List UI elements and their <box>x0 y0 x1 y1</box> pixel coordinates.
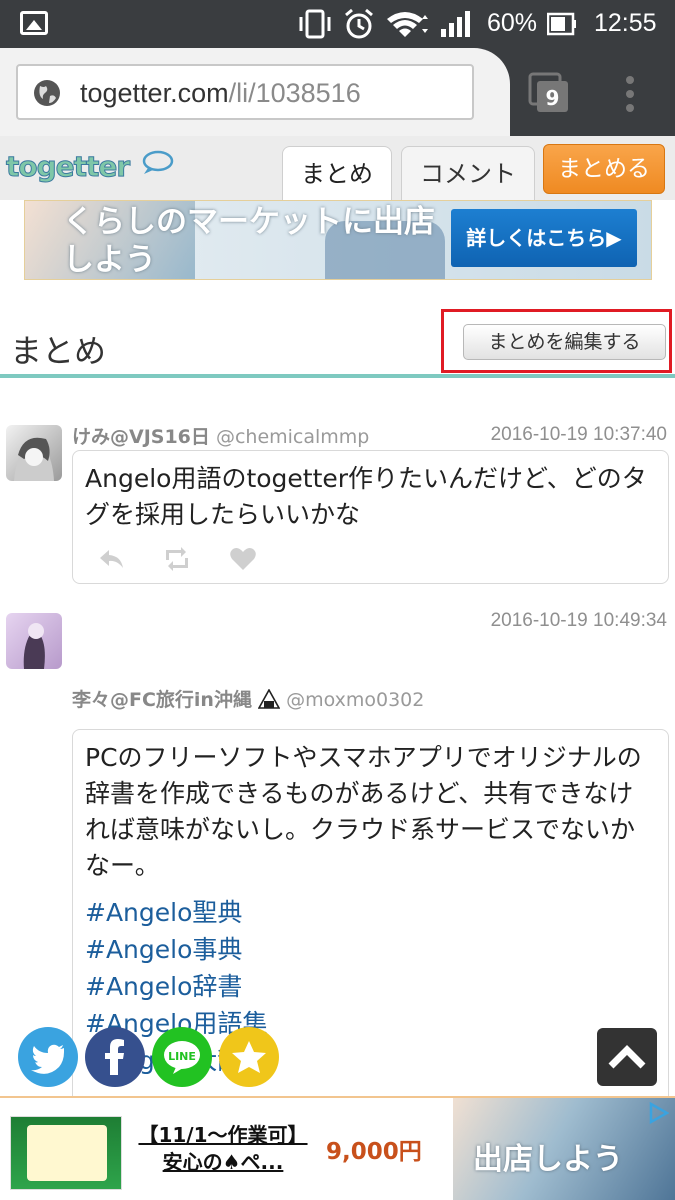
chevron-up-icon <box>608 1045 646 1069</box>
share-line-button[interactable]: LINE <box>152 1027 212 1087</box>
ad-banner-top[interactable]: くらしのマーケットに出店しよう 詳しくはこちら▶ <box>24 200 652 280</box>
onigiri-emoji-icon <box>257 688 281 709</box>
status-icons <box>297 8 471 40</box>
section-divider <box>0 374 675 378</box>
speech-bubble-icon <box>142 150 174 174</box>
create-matome-button[interactable]: まとめる <box>543 144 665 194</box>
tweet-author-handle[interactable]: @moxmo0302 <box>286 689 424 711</box>
vibrate-icon <box>299 9 331 39</box>
ad-price: 9,000円 <box>326 1139 422 1165</box>
ad-image-text: 出店しよう <box>473 1142 623 1177</box>
tweet-author-name[interactable]: けみ@VJS16日 <box>72 426 210 448</box>
hashtag-link[interactable]: #Angelo辞書 <box>85 968 656 1005</box>
battery-percent: 60% <box>487 9 538 37</box>
ad-thumbnail <box>10 1116 122 1190</box>
share-twitter-button[interactable] <box>18 1027 78 1087</box>
tweet-author-handle[interactable]: @chemicalmmp <box>216 426 369 448</box>
tab-count: 9 <box>546 86 560 110</box>
globe-icon <box>34 80 60 106</box>
tab-matome[interactable]: まとめ <box>282 146 392 201</box>
tab-switcher-icon[interactable]: 9 <box>528 72 570 114</box>
avatar[interactable] <box>6 613 62 669</box>
image-notification-icon <box>20 11 48 35</box>
avatar-illustration <box>14 437 54 481</box>
signal-icon <box>441 11 470 37</box>
edit-matome-button[interactable]: まとめを編集する <box>463 324 666 360</box>
browser-toolbar: togetter.com/li/1038516 9 <box>0 48 675 136</box>
ad-title[interactable]: 【11/1～作業可】安心の♠ペ... <box>138 1122 308 1176</box>
favorite-button[interactable] <box>219 1027 279 1087</box>
tweet-timestamp[interactable]: 2016-10-19 10:37:40 <box>491 424 667 446</box>
url-host: togetter.com <box>80 78 229 108</box>
battery-icon <box>547 12 576 36</box>
avatar[interactable] <box>6 425 62 481</box>
ad-details-button[interactable]: 詳しくはこちら▶ <box>451 209 637 267</box>
hashtag-link[interactable]: #Angelo聖典 <box>85 894 656 931</box>
ad-photo[interactable]: 出店しよう <box>453 1098 675 1200</box>
ad-banner-bottom[interactable]: 【11/1～作業可】安心の♠ペ... 9,000円 出店しよう <box>0 1096 675 1200</box>
url-path: /li/1038516 <box>228 78 361 108</box>
facebook-icon <box>105 1039 124 1075</box>
tweet-actions <box>97 547 257 571</box>
reply-icon[interactable] <box>97 547 125 571</box>
share-facebook-button[interactable] <box>85 1027 145 1087</box>
twitter-icon <box>31 1044 64 1074</box>
overflow-menu-icon[interactable] <box>620 74 640 114</box>
favorite-star-icon <box>232 1041 266 1073</box>
tweet-author-name[interactable]: 李々@FC旅行in沖縄 <box>72 689 252 711</box>
alarm-icon <box>345 8 373 39</box>
wifi-icon <box>387 12 428 37</box>
tweet-timestamp[interactable]: 2016-10-19 10:49:34 <box>491 610 667 632</box>
status-bar: 60% 12:55 <box>0 0 675 48</box>
ad-headline: くらしのマーケットに出店しよう <box>63 204 435 278</box>
retweet-icon[interactable] <box>163 547 191 571</box>
line-icon: LINE <box>164 1041 200 1074</box>
section-title: まとめ <box>10 332 107 370</box>
clock: 12:55 <box>594 9 657 37</box>
avatar-illustration <box>23 623 45 669</box>
tweet-text: PCのフリーソフトやスマホアプリでオリジナルの辞書を作成できるものがあるけど、共… <box>85 743 642 880</box>
scroll-to-top-button[interactable] <box>597 1028 657 1086</box>
adchoices-icon[interactable] <box>647 1102 669 1124</box>
togetter-logo[interactable]: togetter <box>5 150 130 184</box>
like-heart-icon[interactable] <box>229 547 257 571</box>
tab-comment[interactable]: コメント <box>401 146 535 200</box>
svg-text:LINE: LINE <box>168 1050 196 1063</box>
url-bar[interactable]: togetter.com/li/1038516 <box>16 64 474 120</box>
tweet-text: Angelo用語のtogetter作りたいんだけど、どのタグを採用したらいいかな <box>85 464 647 529</box>
hashtag-link[interactable]: #Angelo事典 <box>85 931 656 968</box>
